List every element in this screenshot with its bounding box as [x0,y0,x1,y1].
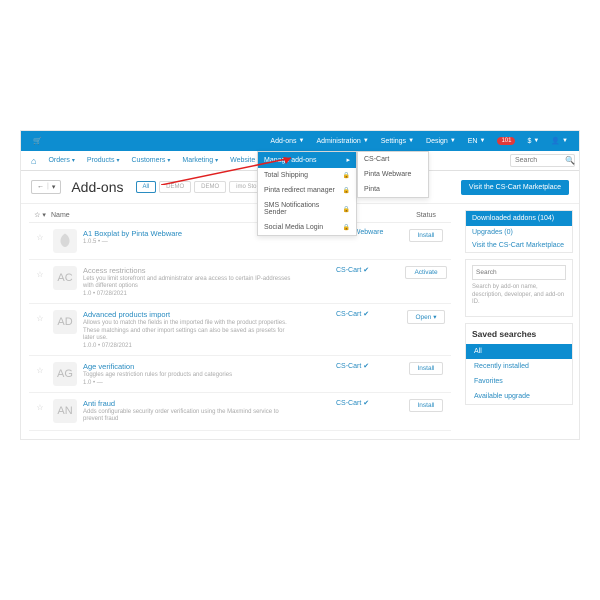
star-toggle[interactable]: ☆ [29,399,51,412]
menu-manage-addons[interactable]: Manage add-ons▸ [258,152,356,168]
nav-customers[interactable]: Customers▾ [126,157,177,164]
submenu-pinta[interactable]: Pinta [358,182,428,197]
upgrades-link[interactable]: Upgrades (0) [466,226,572,239]
saved-favorites[interactable]: Favorites [466,374,572,389]
star-toggle[interactable]: ☆ [29,229,51,242]
addon-meta: 1.0.5 • — [83,239,336,245]
nav-orders[interactable]: Orders▾ [42,157,80,164]
menu-social-login[interactable]: Social Media Login🔒 [258,220,356,235]
addon-icon: AN [53,399,77,423]
saved-recent[interactable]: Recently installed [466,359,572,374]
addon-body: Anti fraudAdds configurable security ord… [83,399,336,423]
addons-dropdown: Manage add-ons▸ Total Shipping🔒 Pinta re… [257,151,357,236]
addon-status: Activate [401,266,451,279]
nav-marketing[interactable]: Marketing▾ [176,157,224,164]
lock-icon: 🔒 [343,224,350,231]
search-hint: Search by add-on name, description, deve… [472,284,566,311]
status-button[interactable]: Install [409,362,444,375]
status-button[interactable]: Activate [405,266,446,279]
submenu-cscart[interactable]: CS-Cart [358,152,428,167]
lock-icon: 🔒 [343,172,350,179]
addon-row: ☆A1 Boxplat by Pinta Webware1.0.5 • —Pin… [29,223,451,260]
topmenu-currency[interactable]: $▼ [522,138,544,145]
addon-icon: AG [53,362,77,386]
star-toggle[interactable]: ☆ [29,266,51,279]
addon-body: Advanced products importAllows you to ma… [83,310,336,349]
status-button[interactable]: Open ▾ [407,310,446,324]
addon-row: ☆ADAdvanced products importAllows you to… [29,304,451,356]
topmenu-addons[interactable]: Add-ons▼ [265,138,309,145]
addon-icon: AC [53,266,77,290]
home-icon[interactable]: ⌂ [25,156,42,166]
addon-icon [53,229,77,253]
addon-desc: Toggles age restriction rules for produc… [83,372,293,379]
lock-icon: 🔒 [343,206,350,213]
addon-developer[interactable]: CS-Cart ✔ [336,362,401,370]
addon-row: ☆ACAccess restrictionsLets you limit sto… [29,260,451,304]
addon-name[interactable]: Access restrictions [83,266,336,275]
addon-meta: 1.0 • 07/28/2021 [83,291,336,297]
addon-body: Age verificationToggles age restriction … [83,362,336,386]
user-icon[interactable]: 👤▼ [546,137,573,145]
filter-demo1[interactable]: DEMO [159,181,191,193]
addon-status: Open ▾ [401,310,451,324]
notifications[interactable]: 101 [492,137,520,145]
addons-submenu: CS-Cart Pinta Webware Pinta [357,151,429,198]
addon-developer[interactable]: CS-Cart ✔ [336,399,401,407]
saved-searches: Saved searches All Recently installed Fa… [465,323,573,405]
addon-desc: Allows you to match the fields in the im… [83,320,293,342]
addon-row: ☆ANAnti fraudAdds configurable security … [29,393,451,430]
col-status[interactable]: Status [401,212,451,219]
saved-header: Saved searches [466,324,572,344]
addon-developer[interactable]: CS-Cart ✔ [336,310,401,318]
addon-name[interactable]: Advanced products import [83,310,336,319]
addon-body: Access restrictionsLets you limit storef… [83,266,336,297]
addon-status: Install [401,229,451,242]
addon-icon: AD [53,310,77,334]
global-search[interactable]: 🔍 [510,154,575,167]
status-button[interactable]: Install [409,399,444,412]
addon-meta: 1.0 • — [83,380,336,386]
status-button[interactable]: Install [409,229,444,242]
addon-row: ☆AGAge verificationToggles age restricti… [29,356,451,393]
visit-marketplace-button[interactable]: Visit the CS-Cart Marketplace [461,180,569,195]
lock-icon: 🔒 [343,187,350,194]
cart-icon: 🛒 [27,137,42,145]
addon-status: Install [401,362,451,375]
topmenu-settings[interactable]: Settings▼ [376,138,419,145]
menu-pinta-redirect[interactable]: Pinta redirect manager🔒 [258,183,356,198]
addon-meta: 1.0.0 • 07/28/2021 [83,343,336,349]
addon-developer[interactable]: CS-Cart ✔ [336,266,401,274]
saved-available[interactable]: Available upgrade [466,389,572,404]
filter-demo2[interactable]: DEMO [194,181,226,193]
search-input[interactable] [515,157,565,164]
addon-status: Install [401,399,451,412]
search-box: Search by add-on name, description, deve… [465,259,573,317]
search-icon[interactable]: 🔍 [565,156,575,165]
sidebar-search-input[interactable] [472,265,566,280]
addon-name[interactable]: Anti fraud [83,399,336,408]
addon-desc: Adds configurable security order verific… [83,409,293,423]
star-toggle[interactable]: ☆ [29,310,51,323]
topmenu-administration[interactable]: Administration▼ [311,138,373,145]
topmenu-design[interactable]: Design▼ [421,138,461,145]
topmenu-language[interactable]: EN▼ [463,138,491,145]
downloaded-header: Downloaded addons (104) [466,211,572,226]
page-title: Add-ons [71,179,123,195]
visit-link[interactable]: Visit the CS-Cart Marketplace [466,239,572,252]
downloaded-box: Downloaded addons (104) Upgrades (0) Vis… [465,210,573,253]
star-toggle[interactable]: ☆ [29,362,51,375]
addon-name[interactable]: Age verification [83,362,336,371]
back-button[interactable]: ← | ▾ [31,180,61,194]
filter-all[interactable]: All [136,181,157,193]
submenu-pinta-webware[interactable]: Pinta Webware [358,167,428,182]
col-star[interactable]: ☆ ▾ [29,211,51,219]
menu-sms-notifications[interactable]: SMS Notifications Sender🔒 [258,198,356,220]
addon-desc: Lets you limit storefront and administra… [83,276,293,290]
saved-all[interactable]: All [466,344,572,359]
menu-total-shipping[interactable]: Total Shipping🔒 [258,168,356,183]
nav-products[interactable]: Products▾ [81,157,126,164]
